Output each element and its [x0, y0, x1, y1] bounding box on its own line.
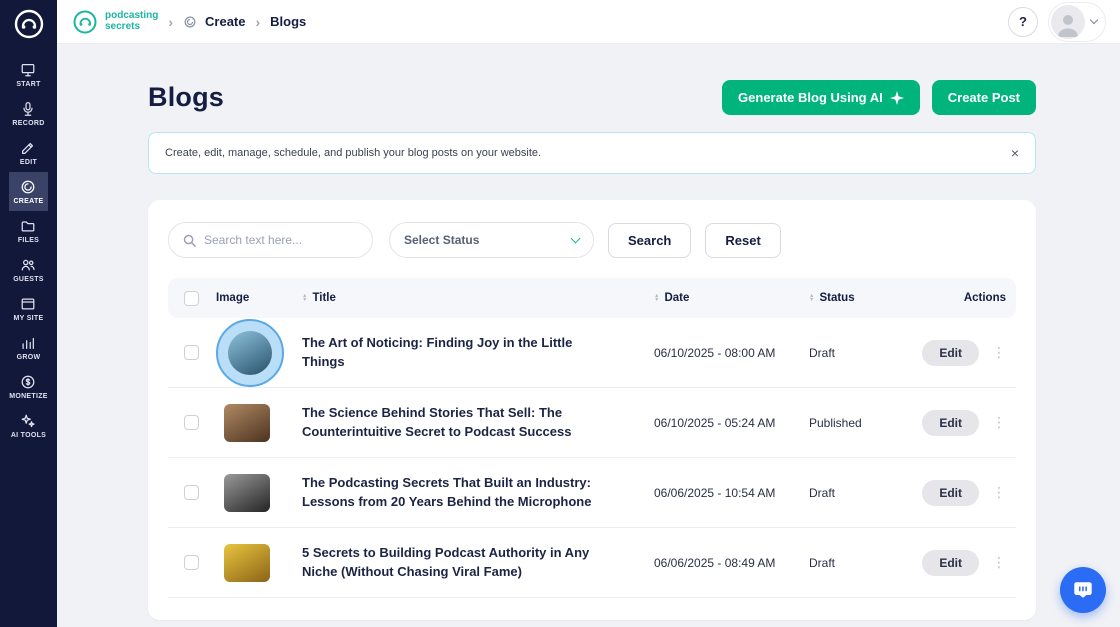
sort-icon[interactable]: ▲ ▼: [302, 293, 307, 303]
thumbnail-microphone-dark[interactable]: [224, 473, 270, 512]
search-field[interactable]: [168, 222, 373, 258]
chevron-down-icon: [1089, 15, 1099, 25]
sidebar-item-my-site[interactable]: MY SITE: [9, 289, 48, 328]
grow-icon: [20, 335, 36, 351]
edit-button[interactable]: Edit: [922, 479, 979, 506]
search-input[interactable]: [204, 233, 358, 247]
thumbnail-ocean-cliff[interactable]: [228, 330, 272, 375]
info-banner: Create, edit, manage, schedule, and publ…: [148, 132, 1036, 174]
select-all-checkbox[interactable]: [184, 290, 199, 306]
site-icon: [20, 296, 36, 312]
blog-status: Draft: [809, 485, 836, 500]
table-body: The Art of Noticing: Finding Joy in the …: [168, 318, 1016, 598]
sidebar-item-ai-tools[interactable]: AI TOOLS: [9, 406, 48, 445]
blogs-card: Select Status Search Reset Image ▲▼Title…: [148, 200, 1036, 620]
blog-title: 5 Secrets to Building Podcast Authority …: [302, 544, 590, 579]
guests-icon: [20, 257, 36, 273]
top-bar: podcasting secrets › Create › Blogs ?: [57, 0, 1120, 44]
blog-date: 06/10/2025 - 08:00 AM: [654, 345, 776, 360]
kebab-menu-icon[interactable]: ⋮: [992, 484, 1006, 501]
chevron-down-icon: [570, 233, 581, 244]
blog-status: Published: [809, 415, 862, 430]
sidebar-item-edit[interactable]: EDIT: [9, 133, 48, 172]
sparkle-icon: [889, 90, 904, 105]
column-actions: Actions: [963, 292, 1006, 304]
app-logo-icon[interactable]: [11, 6, 47, 47]
edit-button[interactable]: Edit: [922, 549, 979, 576]
blog-status: Draft: [809, 555, 836, 570]
create-post-button[interactable]: Create Post: [931, 80, 1036, 115]
create-icon: [20, 179, 36, 195]
user-menu[interactable]: [1048, 1, 1106, 42]
thumbnail-studio-yellow[interactable]: [224, 543, 270, 582]
sidebar-item-monetize[interactable]: MONETIZE: [9, 367, 48, 406]
brand-logo[interactable]: podcasting secrets: [71, 8, 158, 36]
status-select[interactable]: Select Status: [389, 222, 594, 258]
thumbnail-library-portrait[interactable]: [224, 403, 270, 442]
create-breadcrumb-icon: [183, 15, 197, 29]
table-row: 5 Secrets to Building Podcast Authority …: [168, 528, 1016, 598]
monitor-icon: [20, 62, 36, 78]
table-row: The Art of Noticing: Finding Joy in the …: [168, 318, 1016, 388]
breadcrumb-blogs[interactable]: Blogs: [270, 14, 306, 29]
files-icon: [20, 218, 36, 234]
sidebar-item-create[interactable]: CREATE: [9, 172, 48, 211]
table-header-row: Image ▲ ▼ Title ▲ ▼ Date ▲ ▼ Status Actions: [168, 278, 1016, 318]
blogs-table: Image ▲ ▼ Title ▲ ▼ Date ▲ ▼ Status Actions Th…: [168, 278, 1016, 598]
kebab-menu-icon[interactable]: ⋮: [992, 414, 1006, 431]
sidebar: START RECORD EDIT CREATE FILES GUESTS MY…: [0, 0, 57, 627]
edit-icon: [20, 140, 36, 156]
column-date: ▲ ▼ Date: [654, 292, 690, 304]
table-row: The Science Behind Stories That Sell: Th…: [168, 388, 1016, 458]
generate-blog-ai-button[interactable]: Generate Blog Using AI: [722, 80, 920, 115]
app-window: START RECORD EDIT CREATE FILES GUESTS MY…: [0, 0, 1120, 627]
blog-status: Draft: [809, 345, 836, 360]
sidebar-item-guests[interactable]: GUESTS: [9, 250, 48, 289]
sidebar-item-record[interactable]: RECORD: [9, 94, 48, 133]
banner-close-icon[interactable]: ×: [1011, 146, 1019, 160]
sidebar-item-files[interactable]: FILES: [9, 211, 48, 250]
column-image: Image: [216, 292, 250, 304]
row-checkbox[interactable]: [184, 555, 199, 570]
blog-date: 06/10/2025 - 05:24 AM: [654, 415, 776, 430]
brand-line2: secrets: [105, 20, 141, 32]
table-row: The Podcasting Secrets That Built an Ind…: [168, 458, 1016, 528]
search-button[interactable]: Search: [608, 222, 692, 258]
blog-title: The Art of Noticing: Finding Joy in the …: [302, 334, 573, 369]
avatar: [1051, 4, 1085, 39]
column-title: ▲ ▼ Title: [302, 292, 336, 304]
sidebar-nav: START RECORD EDIT CREATE FILES GUESTS MY…: [9, 55, 48, 445]
sort-icon[interactable]: ▲ ▼: [809, 293, 814, 303]
banner-text: Create, edit, manage, schedule, and publ…: [165, 147, 542, 159]
column-status: ▲ ▼ Status: [809, 292, 855, 304]
blog-date: 06/06/2025 - 08:49 AM: [654, 555, 776, 570]
kebab-menu-icon[interactable]: ⋮: [992, 344, 1006, 361]
main-content: Blogs Generate Blog Using AI Create Post…: [57, 44, 1120, 627]
blog-title: The Science Behind Stories That Sell: Th…: [302, 404, 572, 439]
chat-widget-button[interactable]: [1060, 567, 1106, 613]
blog-title: The Podcasting Secrets That Built an Ind…: [302, 474, 592, 509]
brand-line1: podcasting: [105, 10, 159, 21]
search-icon: [183, 234, 196, 247]
row-checkbox[interactable]: [184, 415, 199, 430]
mic-icon: [20, 101, 36, 117]
row-checkbox[interactable]: [184, 345, 199, 360]
breadcrumb-separator: ›: [168, 13, 174, 30]
monetize-icon: [20, 374, 36, 390]
edit-button[interactable]: Edit: [922, 339, 979, 366]
kebab-menu-icon[interactable]: ⋮: [992, 554, 1006, 571]
sidebar-item-grow[interactable]: GROW: [9, 328, 48, 367]
page-title: Blogs: [148, 82, 225, 112]
edit-button[interactable]: Edit: [922, 409, 979, 436]
sort-icon[interactable]: ▲ ▼: [654, 293, 659, 303]
blog-date: 06/06/2025 - 10:54 AM: [654, 485, 776, 500]
sidebar-item-start[interactable]: START: [9, 55, 48, 94]
help-button[interactable]: ?: [1008, 6, 1038, 37]
breadcrumb-create[interactable]: Create: [205, 14, 245, 29]
breadcrumb-separator: ›: [255, 13, 261, 30]
row-checkbox[interactable]: [184, 485, 199, 500]
reset-button[interactable]: Reset: [705, 222, 781, 258]
ai-tools-icon: [20, 413, 36, 429]
